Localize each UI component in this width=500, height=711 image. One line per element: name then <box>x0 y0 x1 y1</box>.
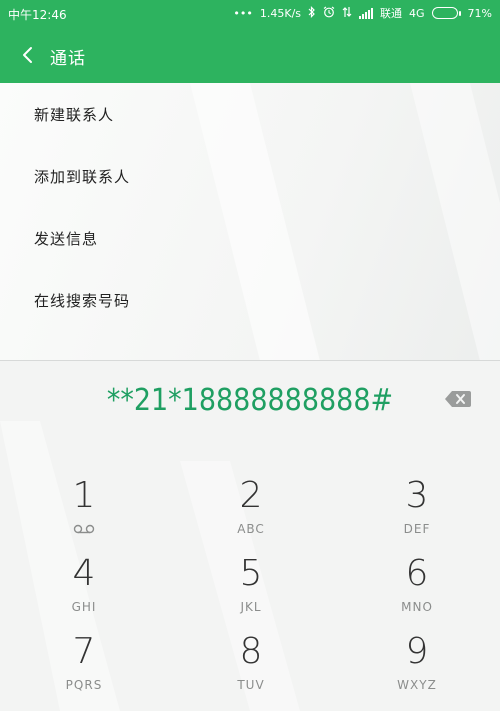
status-icons: ••• 1.45K/s 联通 4G 71% <box>233 5 492 21</box>
key-7[interactable]: 7 PQRS <box>34 632 134 702</box>
backspace-icon <box>445 391 471 407</box>
key-2[interactable]: 2 ABC <box>201 476 301 546</box>
key-1[interactable]: 1 <box>34 476 134 546</box>
carrier-name: 联通 <box>380 7 403 20</box>
page-title: 通话 <box>50 49 86 69</box>
backspace-button[interactable] <box>444 389 472 411</box>
status-time: 中午12:46 <box>8 8 67 22</box>
network-speed: 1.45K/s <box>259 6 302 20</box>
menu-item-add-to-contact[interactable]: 添加到联系人 <box>0 145 500 207</box>
dialpad: **21*18888888888# 1 2 ABC 3 DEF 4 GHI 5 … <box>0 361 500 711</box>
menu-item-send-message[interactable]: 发送信息 <box>0 207 500 269</box>
action-menu: 新建联系人 添加到联系人 发送信息 在线搜索号码 <box>0 83 500 361</box>
network-type: 4G <box>409 6 425 20</box>
dots-icon: ••• <box>233 6 253 20</box>
bluetooth-icon <box>308 5 316 21</box>
dialed-number[interactable]: **21*18888888888# <box>0 383 500 418</box>
battery-icon <box>431 7 461 19</box>
data-arrows-icon <box>342 6 352 21</box>
key-4[interactable]: 4 GHI <box>34 554 134 624</box>
top-bar: 中午12:46 ••• 1.45K/s 联通 4G 71% 通话 <box>0 0 500 83</box>
key-6[interactable]: 6 MNO <box>367 554 467 624</box>
alarm-icon <box>323 6 335 21</box>
battery-percent: 71% <box>467 6 492 20</box>
back-button[interactable] <box>12 40 42 70</box>
status-bar: 中午12:46 ••• 1.45K/s 联通 4G 71% <box>0 0 500 28</box>
key-8[interactable]: 8 TUV <box>201 632 301 702</box>
menu-item-new-contact[interactable]: 新建联系人 <box>0 83 500 145</box>
key-5[interactable]: 5 JKL <box>201 554 301 624</box>
signal-icon <box>359 7 374 19</box>
menu-item-search-number[interactable]: 在线搜索号码 <box>0 269 500 331</box>
key-9[interactable]: 9 WXYZ <box>367 632 467 702</box>
key-3[interactable]: 3 DEF <box>367 476 467 546</box>
back-arrow-icon <box>23 47 32 63</box>
voicemail-icon <box>73 524 95 534</box>
app-bar: 通话 <box>0 28 500 83</box>
